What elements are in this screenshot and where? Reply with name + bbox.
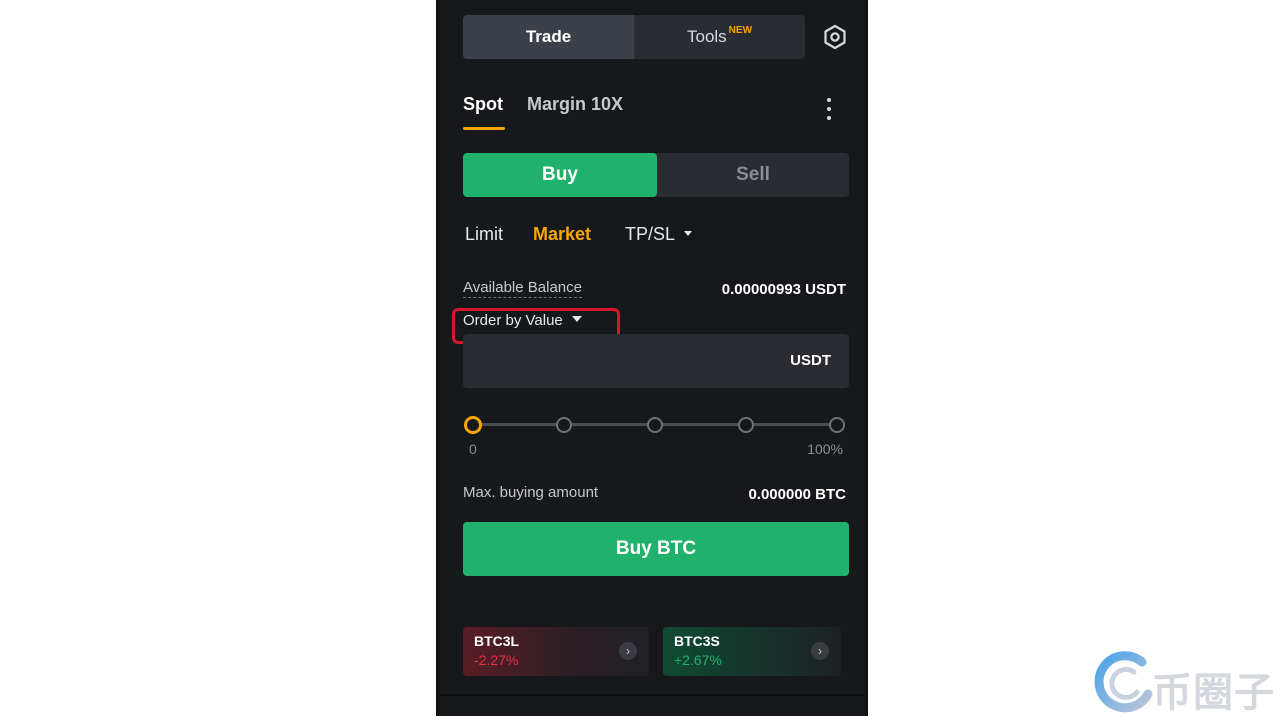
tab-tools-label: Tools bbox=[686, 27, 727, 46]
chevron-right-icon[interactable]: › bbox=[619, 642, 637, 660]
tab-trade[interactable]: Trade bbox=[463, 15, 634, 59]
sell-tab-button[interactable]: Sell bbox=[657, 153, 849, 197]
buy-tab-button[interactable]: Buy bbox=[463, 153, 657, 197]
card-name: BTC3L bbox=[474, 633, 520, 649]
divider bbox=[439, 694, 865, 696]
order-type-market[interactable]: Market bbox=[533, 224, 591, 245]
slider-stop-0[interactable] bbox=[464, 416, 482, 434]
watermark-text: 币圈子 bbox=[1152, 670, 1275, 716]
caret-down-icon bbox=[571, 316, 582, 323]
tab-spot[interactable]: Spot bbox=[463, 94, 503, 115]
order-value-unit: USDT bbox=[790, 352, 831, 369]
top-segmented-control: Trade Tools NEW bbox=[463, 15, 805, 59]
chevron-right-icon[interactable]: › bbox=[811, 642, 829, 660]
buy-btc-button[interactable]: Buy BTC bbox=[463, 522, 849, 576]
more-vertical-icon[interactable] bbox=[824, 98, 834, 126]
new-badge: NEW bbox=[728, 24, 753, 36]
order-type-tpsl-label: TP/SL bbox=[625, 224, 676, 244]
slider-max-label: 100% bbox=[807, 441, 843, 457]
card-change: -2.27% bbox=[474, 652, 519, 668]
buy-sell-toggle: Buy Sell bbox=[463, 153, 849, 197]
slider-stop-100[interactable] bbox=[829, 417, 845, 433]
leveraged-token-card-btc3s[interactable]: BTC3S +2.67% › bbox=[663, 627, 841, 676]
card-change: +2.67% bbox=[674, 652, 722, 668]
max-buying-amount-value: 0.000000 BTC bbox=[748, 486, 846, 503]
max-buying-amount-label: Max. buying amount bbox=[463, 484, 599, 501]
slider-min-label: 0 bbox=[469, 441, 477, 457]
available-balance-value: 0.00000993 USDT bbox=[721, 281, 846, 298]
tab-spot-underline bbox=[463, 127, 505, 130]
slider-stop-25[interactable] bbox=[556, 417, 572, 433]
available-balance-label[interactable]: Available Balance bbox=[463, 279, 582, 298]
order-type-tpsl[interactable]: TP/SL bbox=[625, 224, 693, 245]
slider-stop-50[interactable] bbox=[647, 417, 663, 433]
order-type-limit[interactable]: Limit bbox=[465, 224, 503, 245]
order-value-input[interactable]: USDT bbox=[463, 334, 849, 388]
trade-panel: Trade Tools NEW Spot Margin 10X Buy Sell… bbox=[436, 0, 868, 716]
order-by-value-label: Order by Value bbox=[463, 312, 563, 329]
settings-icon[interactable] bbox=[822, 24, 848, 50]
order-by-value-dropdown[interactable]: Order by Value bbox=[463, 312, 582, 329]
card-name: BTC3S bbox=[674, 633, 720, 649]
leveraged-token-card-btc3l[interactable]: BTC3L -2.27% › bbox=[463, 627, 649, 676]
tab-margin[interactable]: Margin 10X bbox=[527, 94, 623, 115]
slider-stop-75[interactable] bbox=[738, 417, 754, 433]
tab-tools[interactable]: Tools NEW bbox=[634, 15, 805, 59]
caret-down-icon bbox=[684, 230, 693, 236]
